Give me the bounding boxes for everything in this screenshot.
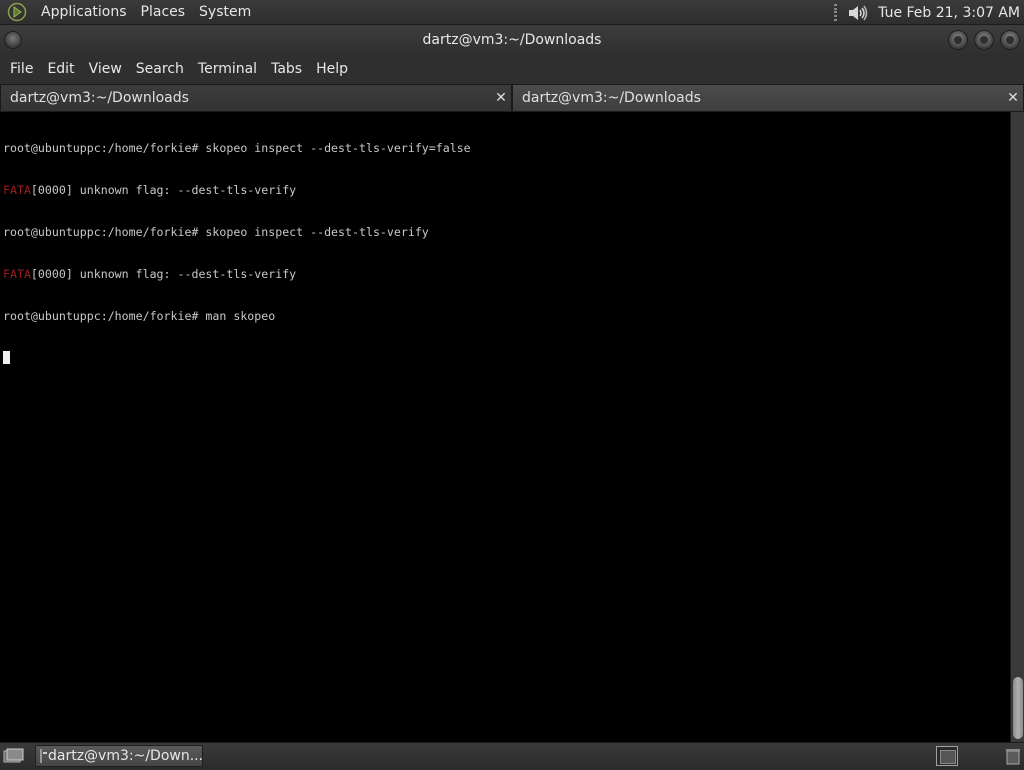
- tab-1[interactable]: dartz@vm3:~/Downloads ✕: [0, 84, 512, 112]
- task-label: dartz@vm3:~/Down...: [48, 748, 203, 764]
- menu-terminal[interactable]: Terminal: [191, 55, 264, 84]
- menu-edit[interactable]: Edit: [40, 55, 81, 84]
- tab-bar: dartz@vm3:~/Downloads ✕ dartz@vm3:~/Down…: [0, 84, 1024, 112]
- show-desktop-icon[interactable]: [2, 746, 24, 766]
- scrollbar-thumb[interactable]: [1013, 677, 1023, 739]
- system-menu[interactable]: System: [192, 0, 258, 25]
- close-button[interactable]: [1000, 30, 1020, 50]
- applications-menu[interactable]: Applications: [34, 0, 134, 25]
- window-title: dartz@vm3:~/Downloads: [422, 32, 602, 48]
- trash-icon[interactable]: [1004, 746, 1022, 766]
- close-icon[interactable]: ✕: [494, 91, 508, 105]
- text-cursor: [3, 351, 10, 364]
- bottom-panel: dartz@vm3:~/Down...: [0, 742, 1024, 768]
- error-prefix: FATA: [3, 267, 31, 281]
- menubar: File Edit View Search Terminal Tabs Help: [0, 55, 1024, 84]
- menu-search[interactable]: Search: [129, 55, 191, 84]
- panel-handle[interactable]: [834, 4, 840, 22]
- tab-label: dartz@vm3:~/Downloads: [10, 90, 189, 106]
- terminal-output[interactable]: root@ubuntuppc:/home/forkie# skopeo insp…: [0, 112, 1010, 742]
- volume-icon[interactable]: [846, 3, 870, 23]
- terminal-line: FATA[0000] unknown flag: --dest-tls-veri…: [3, 183, 297, 197]
- close-icon[interactable]: ✕: [1006, 91, 1020, 105]
- workspace-switcher-icon[interactable]: [936, 746, 958, 766]
- menu-view[interactable]: View: [82, 55, 129, 84]
- menu-file[interactable]: File: [3, 55, 40, 84]
- panel-tray: Tue Feb 21, 3:07 AM: [834, 0, 1020, 25]
- minimize-button[interactable]: [948, 30, 968, 50]
- menu-tabs[interactable]: Tabs: [264, 55, 309, 84]
- terminal-line: root@ubuntuppc:/home/forkie# skopeo insp…: [3, 225, 429, 239]
- gnome-foot-icon[interactable]: [6, 1, 28, 23]
- terminal-icon: [40, 749, 47, 763]
- menu-help[interactable]: Help: [309, 55, 355, 84]
- terminal-line: root@ubuntuppc:/home/forkie# man skopeo: [3, 309, 276, 323]
- terminal-cursor-line: [3, 351, 1010, 365]
- tab-2[interactable]: dartz@vm3:~/Downloads ✕: [512, 84, 1024, 112]
- taskbar-window-button[interactable]: dartz@vm3:~/Down...: [35, 745, 203, 767]
- window-titlebar[interactable]: dartz@vm3:~/Downloads: [0, 25, 1024, 55]
- places-menu[interactable]: Places: [134, 0, 193, 25]
- clock[interactable]: Tue Feb 21, 3:07 AM: [878, 5, 1020, 21]
- terminal-line: FATA[0000] unknown flag: --dest-tls-veri…: [3, 267, 297, 281]
- error-prefix: FATA: [3, 183, 31, 197]
- window-menu-icon[interactable]: [4, 31, 22, 49]
- top-panel: Applications Places System Tue Feb 21, 3…: [0, 0, 1024, 25]
- tab-label: dartz@vm3:~/Downloads: [522, 90, 701, 106]
- terminal-scrollbar[interactable]: [1010, 112, 1024, 742]
- terminal-line: root@ubuntuppc:/home/forkie# skopeo insp…: [3, 141, 471, 155]
- maximize-button[interactable]: [974, 30, 994, 50]
- window-controls: [948, 30, 1020, 50]
